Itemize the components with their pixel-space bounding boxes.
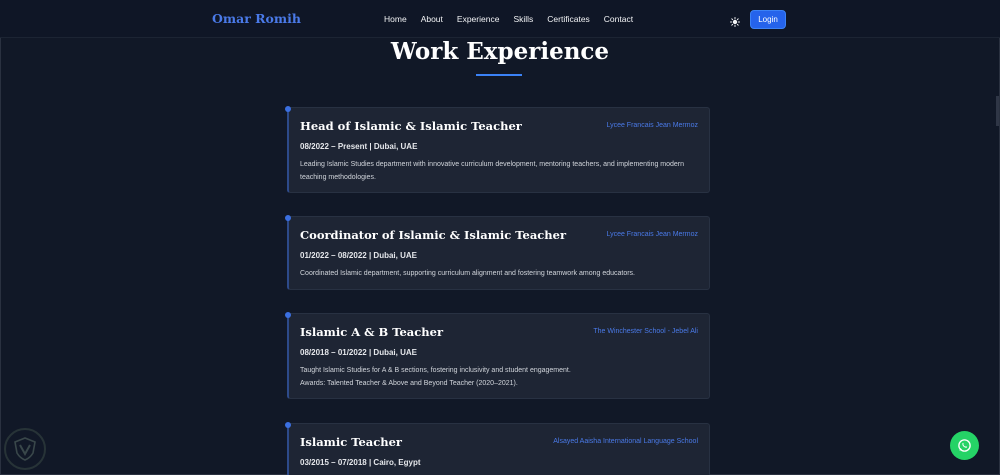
job-title: Islamic Teacher [300, 435, 402, 449]
company-name: Alsayed Aaisha International Language Sc… [553, 438, 698, 445]
nav-link-about[interactable]: About [421, 14, 443, 24]
nav-link-contact[interactable]: Contact [604, 14, 633, 24]
job-title: Head of Islamic & Islamic Teacher [300, 119, 522, 133]
job-title: Coordinator of Islamic & Islamic Teacher [300, 228, 567, 242]
job-meta: 01/2022 – 08/2022 | Dubai, UAE [300, 251, 417, 260]
sun-icon[interactable] [730, 14, 740, 27]
description-line: Taught Islamic Studies for A & B section… [300, 367, 571, 374]
nav-link-skills[interactable]: Skills [513, 14, 533, 24]
nav-link-certificates[interactable]: Certificates [547, 14, 590, 24]
experience-card: Islamic A & B Teacher The Winchester Sch… [285, 312, 710, 399]
description-line: Leading Islamic Studies department with … [300, 161, 685, 181]
company-name: Lycee Francais Jean Mermoz [606, 231, 698, 238]
company-name: The Winchester School - Jebel Ali [593, 328, 698, 335]
timeline-dot [285, 422, 291, 428]
shield-logo-icon [4, 428, 46, 470]
awards-line: Awards: Talented Teacher & Above and Bey… [300, 379, 518, 387]
login-button[interactable]: Login [750, 10, 786, 29]
scrollbar[interactable] [996, 96, 999, 126]
whatsapp-icon[interactable] [950, 431, 979, 460]
job-meta: 03/2015 – 07/2018 | Cairo, Egypt [300, 458, 421, 467]
job-title: Islamic A & B Teacher [300, 325, 443, 339]
description-line: Coordinated Islamic department, supporti… [300, 270, 636, 277]
experience-card: Coordinator of Islamic & Islamic Teacher… [285, 215, 710, 290]
page-title: Work Experience [390, 38, 610, 65]
timeline-dot [285, 312, 291, 318]
experience-card: Islamic Teacher Alsayed Aaisha Internati… [285, 422, 710, 475]
brand-logo[interactable]: Omar Romih [212, 11, 301, 26]
title-underline [476, 74, 522, 76]
job-description: Leading Islamic Studies department with … [300, 159, 700, 184]
timeline-dot [285, 106, 291, 112]
nav-links: Home About Experience Skills Certificate… [384, 14, 647, 24]
company-name: Lycee Francais Jean Mermoz [606, 122, 698, 129]
job-meta: 08/2022 – Present | Dubai, UAE [300, 142, 418, 151]
timeline-dot [285, 215, 291, 221]
job-description: Coordinated Islamic department, supporti… [300, 268, 700, 281]
nav-link-home[interactable]: Home [384, 14, 407, 24]
navbar: Omar Romih Home About Experience Skills … [0, 0, 1000, 38]
experience-card: Head of Islamic & Islamic Teacher Lycee … [285, 106, 710, 193]
job-description: Taught Islamic Studies for A & B section… [300, 365, 700, 390]
nav-link-experience[interactable]: Experience [457, 14, 500, 24]
job-meta: 08/2018 – 01/2022 | Dubai, UAE [300, 348, 417, 357]
